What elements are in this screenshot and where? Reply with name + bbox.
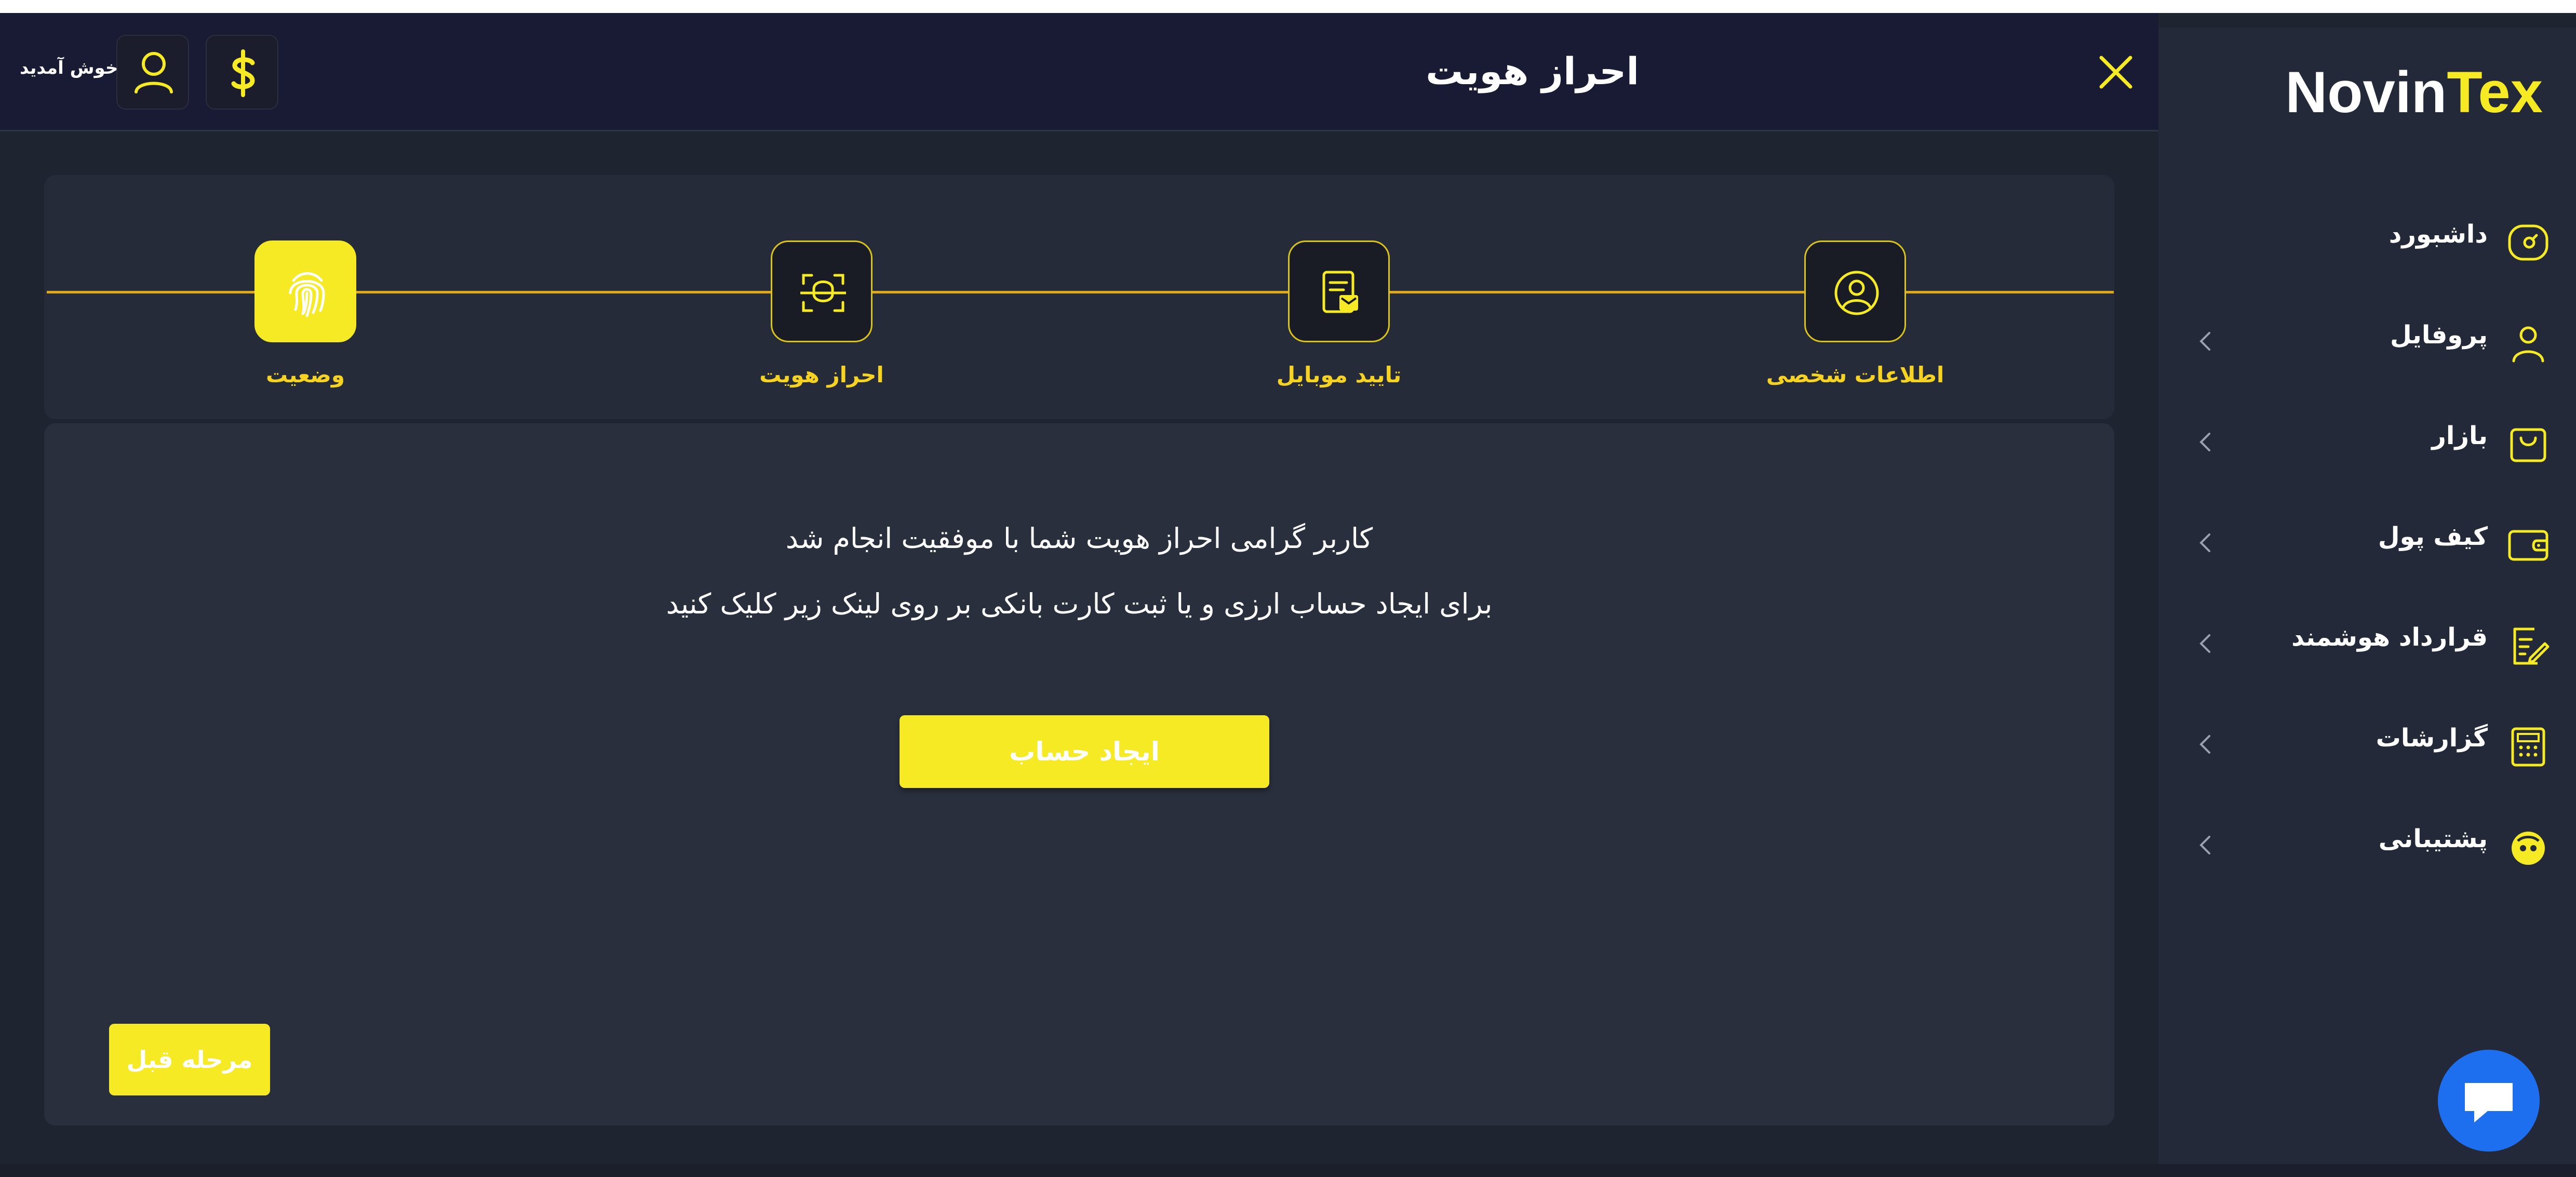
face-scan-icon xyxy=(800,274,846,312)
page-title: احراز هویت xyxy=(1426,49,1639,93)
step-label: وضعیت xyxy=(265,362,345,387)
top-header: احراز هویت خوش آمدید xyxy=(0,13,2158,131)
chat-icon xyxy=(2465,1083,2513,1122)
create-account-button[interactable]: ایجاد حساب xyxy=(900,715,1269,788)
bottom-strip xyxy=(0,1164,2576,1177)
sidebar-item-label: گزارشات xyxy=(2376,724,2488,753)
document-check-icon xyxy=(1322,271,1358,313)
chat-fab-button[interactable] xyxy=(2438,1050,2540,1152)
sidebar-item-label: پشتیبانی xyxy=(2378,824,2488,853)
sidebar: NovinTex داشبورد پروفایل بازار کیف پول ق… xyxy=(2158,28,2576,1177)
dashboard-icon xyxy=(2508,224,2548,261)
support-icon xyxy=(2512,832,2545,865)
chevron-left-icon xyxy=(2199,735,2210,754)
instruction-message: برای ایجاد حساب ارزی و یا ثبت کارت بانکی… xyxy=(666,587,1493,620)
contract-edit-icon xyxy=(2513,627,2550,665)
sidebar-item-label: بازار xyxy=(2432,421,2488,450)
sidebar-item-profile[interactable]: پروفایل xyxy=(2158,305,2576,372)
chevron-left-icon xyxy=(2199,533,2210,552)
sidebar-item-label: قرارداد هوشمند xyxy=(2291,623,2488,652)
dollar-icon xyxy=(231,49,255,97)
sidebar-item-reports[interactable]: گزارشات xyxy=(2158,708,2576,775)
wallet-icon xyxy=(2508,530,2548,561)
chevron-left-icon xyxy=(2199,836,2210,854)
user-icon xyxy=(2512,326,2544,363)
step-label: تایید موبایل xyxy=(1276,362,1402,387)
sidebar-item-label: داشبورد xyxy=(2389,220,2488,249)
step-label: اطلاعات شخصی xyxy=(1766,362,1944,387)
calculator-icon xyxy=(2511,727,2545,767)
chevron-left-icon xyxy=(2199,433,2210,451)
step-mobile-verify[interactable] xyxy=(1288,240,1390,342)
brand-logo[interactable]: NovinTex xyxy=(2262,59,2543,131)
sidebar-item-label: کیف پول xyxy=(2378,522,2488,551)
fingerprint-icon xyxy=(289,272,325,317)
user-menu-button[interactable] xyxy=(116,35,189,110)
app-root: احراز هویت خوش آمدید NovinTex داشبورد پر… xyxy=(0,13,2576,1177)
step-label: احراز هویت xyxy=(759,362,884,387)
chevron-left-icon xyxy=(2199,634,2210,653)
success-message: کاربر گرامی احراز هویت شما با موفقیت انج… xyxy=(785,522,1373,555)
close-icon[interactable] xyxy=(2095,51,2137,93)
chevron-left-icon xyxy=(2199,332,2210,351)
step-status[interactable] xyxy=(254,240,356,342)
sidebar-item-wallet[interactable]: کیف پول xyxy=(2158,506,2576,574)
sidebar-item-market[interactable]: بازار xyxy=(2158,406,2576,473)
sidebar-item-support[interactable]: پشتیبانی xyxy=(2158,809,2576,876)
sidebar-item-smart-contract[interactable]: قرارداد هوشمند xyxy=(2158,607,2576,675)
sidebar-item-dashboard[interactable]: داشبورد xyxy=(2158,204,2576,272)
previous-step-button[interactable]: مرحله قبل xyxy=(109,1024,270,1095)
welcome-text: خوش آمدید xyxy=(20,58,118,78)
shopping-bag-icon xyxy=(2510,428,2546,462)
step-personal-info[interactable] xyxy=(1804,240,1906,342)
user-icon xyxy=(135,52,173,93)
user-circle-icon xyxy=(1834,271,1879,315)
sidebar-item-label: پروفایل xyxy=(2390,320,2488,350)
steps-progress-line xyxy=(47,291,2114,293)
wallet-balance-button[interactable] xyxy=(206,35,278,110)
step-identity[interactable] xyxy=(771,240,873,342)
